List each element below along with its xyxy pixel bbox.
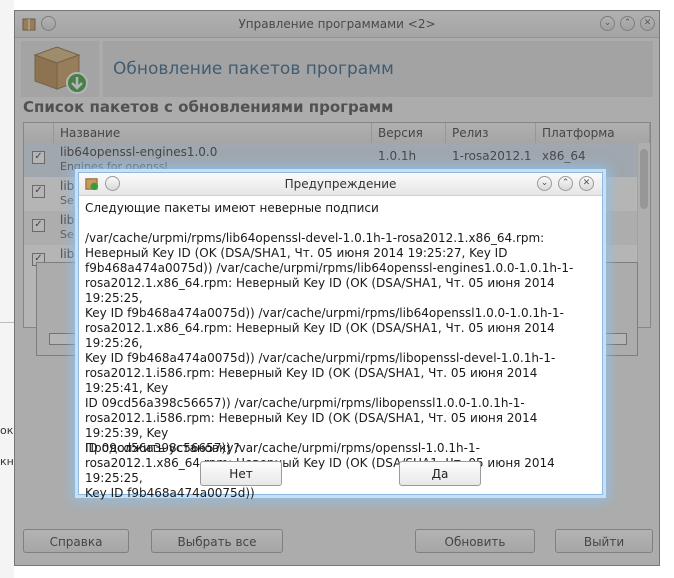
desktop-background xyxy=(0,0,14,578)
invalid-signature-list: /var/cache/urpmi/rpms/lib64openssl-devel… xyxy=(85,231,574,500)
warning-dialog: Предупреждение ⌄ ⌃ ✕ Следующие пакеты им… xyxy=(78,172,603,500)
dialog-maximize-button[interactable]: ⌃ xyxy=(558,176,573,191)
dialog-message: Следующие пакеты имеют неверные подписи xyxy=(85,201,379,215)
desktop-divider xyxy=(0,322,14,323)
desktop-text-fragment: кн xyxy=(0,455,14,468)
dialog-titlebar[interactable]: Предупреждение ⌄ ⌃ ✕ xyxy=(79,173,602,196)
dialog-question: Продолжить установку? xyxy=(85,441,240,455)
no-button[interactable]: Нет xyxy=(200,461,282,486)
yes-button[interactable]: Да xyxy=(399,461,481,486)
dialog-close-button[interactable]: ✕ xyxy=(579,176,594,191)
dialog-title: Предупреждение xyxy=(284,177,397,191)
dialog-minimize-button[interactable]: ⌄ xyxy=(537,176,552,191)
